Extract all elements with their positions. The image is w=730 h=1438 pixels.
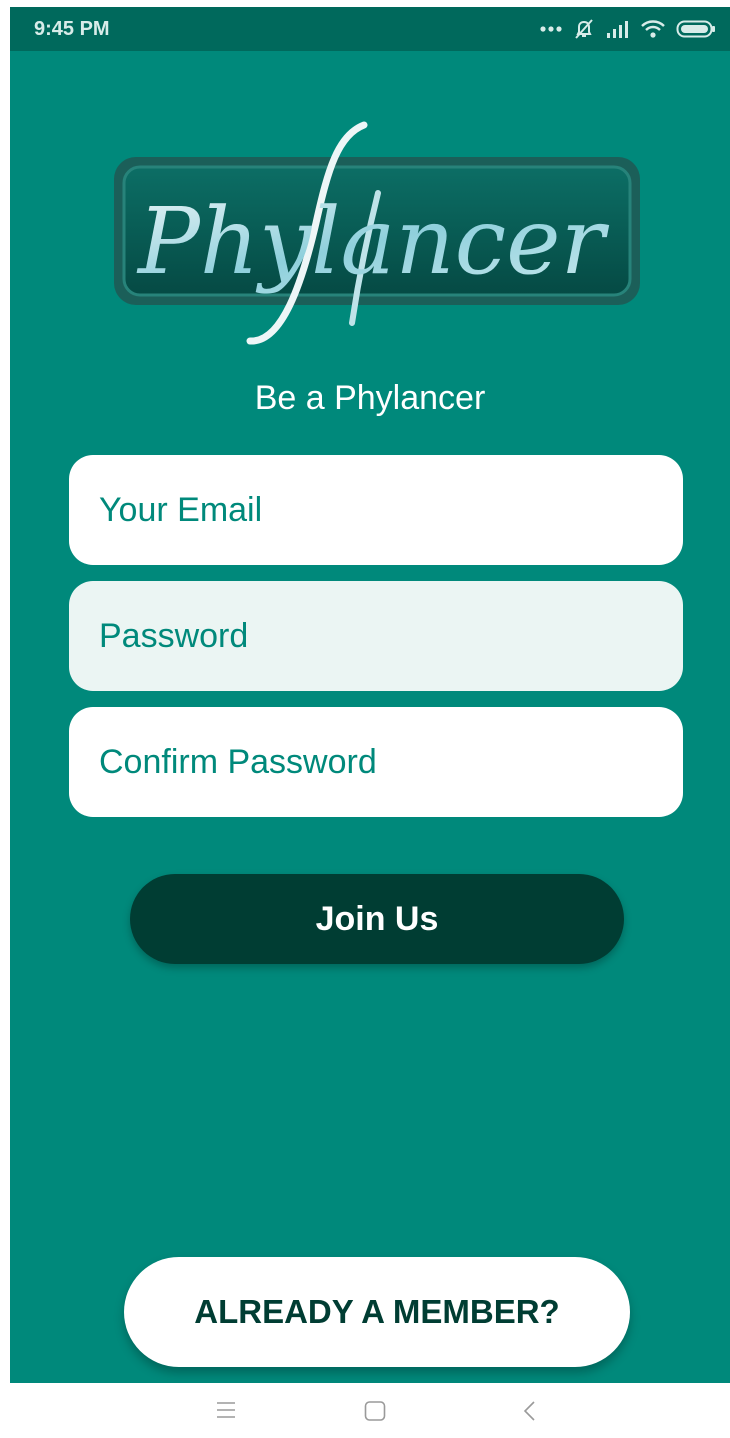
- notifications-off-icon: [572, 17, 596, 41]
- battery-icon: [676, 19, 716, 39]
- back-icon[interactable]: [522, 1401, 536, 1426]
- home-icon[interactable]: [364, 1401, 386, 1426]
- join-us-button[interactable]: Join Us: [130, 874, 624, 964]
- status-icons: [540, 17, 716, 41]
- email-field[interactable]: [69, 455, 683, 565]
- status-time: 9:45 PM: [34, 17, 110, 40]
- phylancer-logo: Phylancer: [102, 113, 650, 353]
- status-bar: 9:45 PM: [10, 7, 730, 51]
- logo-wordmark: Phylancer: [136, 188, 610, 295]
- signal-icon: [606, 19, 630, 39]
- already-member-button[interactable]: ALREADY A MEMBER?: [124, 1257, 630, 1367]
- more-dots-icon: [540, 25, 562, 33]
- menu-icon[interactable]: [216, 1401, 236, 1424]
- wifi-icon: [640, 19, 666, 39]
- tagline: Be a Phylancer: [254, 379, 486, 417]
- confirm-password-field[interactable]: [69, 707, 683, 817]
- password-field[interactable]: [69, 581, 683, 691]
- app-screen: 9:45 PM Phylancer Be a Phylancer Your Em…: [10, 7, 730, 1383]
- navigation-bar: [0, 1383, 730, 1438]
